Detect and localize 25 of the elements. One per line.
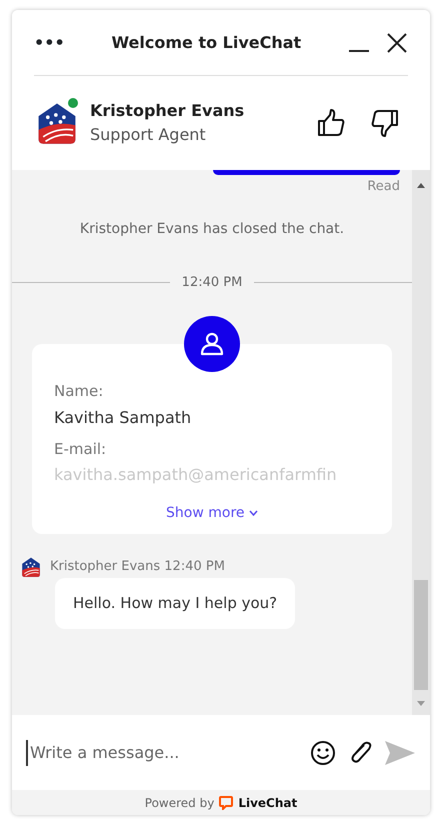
scroll-up-icon[interactable] — [417, 182, 425, 188]
menu-button[interactable]: ••• — [34, 30, 65, 54]
chevron-down-icon — [248, 510, 258, 516]
scrollbar-thumb[interactable] — [414, 580, 428, 690]
read-status: Read — [367, 178, 400, 196]
show-more-link[interactable]: Show more — [166, 503, 258, 524]
close-icon[interactable] — [386, 32, 408, 54]
message-author: Kristopher Evans 12:40 PM — [50, 558, 225, 576]
thumbs-down-icon[interactable] — [370, 108, 400, 138]
thumbs-up-icon[interactable] — [316, 108, 346, 138]
field-label: Name: — [54, 381, 104, 402]
agent-role: Support Agent — [90, 124, 207, 146]
chat-bubble-logo-icon — [219, 796, 234, 810]
window-title: Welcome to LiveChat — [111, 32, 302, 54]
agent-name: Kristopher Evans — [90, 100, 246, 122]
user-icon — [199, 331, 225, 357]
timestamp: 12:40 PM — [182, 274, 242, 292]
field-value: Kavitha Sampath — [54, 406, 192, 428]
house-flag-logo-icon — [20, 556, 42, 578]
system-message: Kristopher Evans has closed the chat. — [78, 220, 346, 238]
message-bubble: Hello. How may I help you? — [55, 578, 296, 628]
field-label: E-mail: — [54, 438, 108, 460]
powered-by-label: Powered by — [144, 794, 214, 812]
emoji-icon[interactable] — [310, 740, 336, 766]
brand-name: LiveChat — [238, 794, 298, 812]
